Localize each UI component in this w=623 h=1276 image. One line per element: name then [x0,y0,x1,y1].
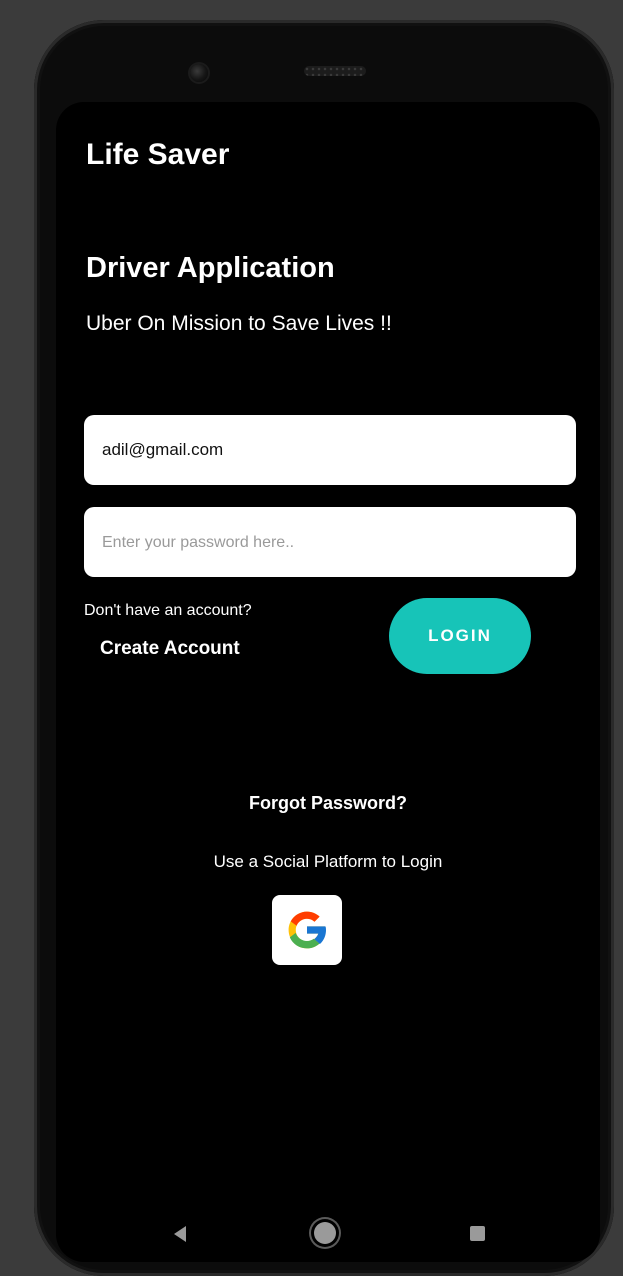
app-title: Life Saver [86,138,230,171]
tagline: Uber On Mission to Save Lives !! [86,312,392,335]
email-field[interactable] [100,439,560,461]
system-nav-bar [56,1212,600,1262]
forgot-password-link[interactable]: Forgot Password? [56,793,600,814]
login-button[interactable]: LOGIN [389,598,531,674]
password-field[interactable] [100,531,560,553]
google-login-button[interactable] [272,895,342,965]
google-icon [288,911,327,949]
social-login-label: Use a Social Platform to Login [213,852,443,871]
front-camera-icon [190,64,208,82]
recent-apps-square-icon[interactable] [470,1226,485,1241]
no-account-prompt: Don't have an account? [84,602,252,619]
earpiece-speaker-icon [304,66,366,76]
create-account-link[interactable]: Create Account [100,638,240,660]
email-field-container [84,415,576,485]
home-circle-icon[interactable] [314,1222,336,1244]
page-title: Driver Application [86,252,335,284]
phone-frame: Life Saver Driver Application Uber On Mi… [34,20,614,1276]
password-field-container [84,507,576,577]
app-screen: Life Saver Driver Application Uber On Mi… [56,102,600,1262]
back-triangle-icon[interactable] [174,1226,186,1242]
